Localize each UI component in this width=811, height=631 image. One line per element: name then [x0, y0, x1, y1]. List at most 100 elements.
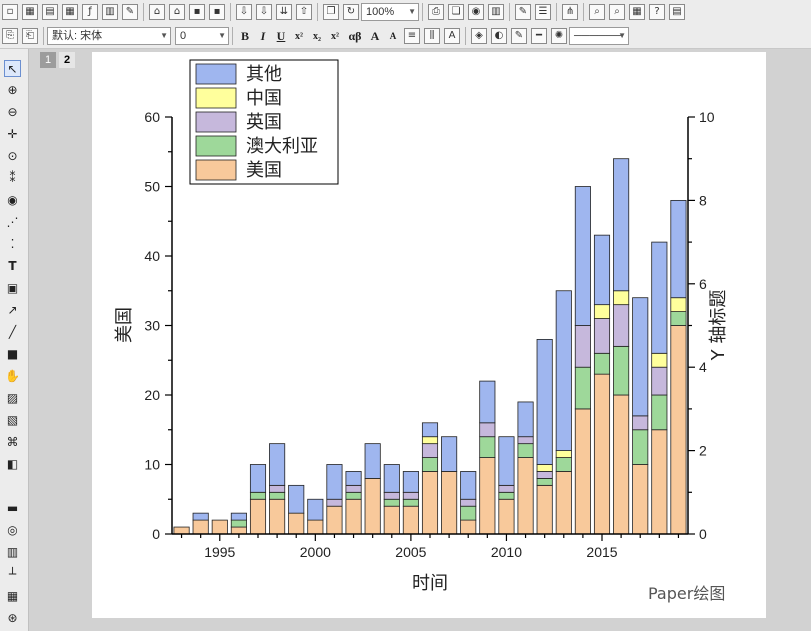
font-name-select[interactable]: 默认: 宋体 ▼ [47, 27, 171, 45]
new-matrix-icon[interactable]: ▦ [62, 4, 78, 20]
export-icon[interactable]: ⇧ [296, 4, 312, 20]
data-reader-icon[interactable]: ⊙ [4, 148, 21, 165]
new-notes-icon[interactable]: ✎ [122, 4, 138, 20]
color-scale-icon[interactable]: ▬ [4, 500, 21, 517]
project-explorer-icon[interactable]: ⋔ [562, 4, 578, 20]
code-builder-icon[interactable]: ◉ [468, 4, 484, 20]
decrease-font-button[interactable]: A [384, 31, 402, 41]
copy-page-icon[interactable]: ❏ [448, 4, 464, 20]
print-icon[interactable]: ⎙ [428, 4, 444, 20]
font-size-select[interactable]: 0 ▼ [175, 27, 229, 45]
data-selector-icon[interactable]: ⁑ [4, 170, 21, 187]
region-selector-icon[interactable]: ◉ [4, 192, 21, 209]
zoom-select[interactable]: 100% ▼ [361, 3, 419, 21]
supsub-button[interactable]: x² [326, 31, 344, 42]
notes-window-icon[interactable]: ✎ [515, 4, 531, 20]
arrow-tool-icon[interactable]: ↗ [4, 302, 21, 319]
layer-tab-2[interactable]: 2 [59, 52, 75, 68]
layer-tab-1[interactable]: 1 [40, 52, 56, 68]
superscript-button[interactable]: x² [290, 31, 308, 42]
layer-contents-icon[interactable]: ▥ [4, 544, 21, 561]
greek-button[interactable]: αβ [344, 29, 366, 44]
bar-segment [441, 471, 458, 535]
mask-icon[interactable]: ⁚ [4, 236, 21, 253]
bar-segment [555, 450, 572, 458]
bar-segment [517, 436, 534, 445]
zoom-in-page-icon[interactable]: ⌕ [589, 4, 605, 20]
rotate-icon[interactable]: ◎ [4, 522, 21, 539]
bar-segment [269, 491, 286, 500]
insert-layer-icon[interactable]: ▧ [4, 412, 21, 429]
results-log-icon[interactable]: ▥ [488, 4, 504, 20]
bar-segment [364, 477, 381, 535]
lock-icon[interactable]: ⊛ [4, 610, 21, 627]
stacked-bar-chart[interactable]: 0 10 20 30 40 50 60 0 2 4 6 8 10 1995 2000 2005 2010 2015… [92, 52, 766, 618]
italic-button[interactable]: I [254, 29, 272, 44]
bar-segment [651, 352, 668, 368]
bar-segment [345, 498, 362, 535]
bar-segment [536, 477, 553, 486]
worksheet-view-icon[interactable]: ▦ [629, 4, 645, 20]
new-function-icon[interactable]: ƒ [82, 4, 98, 20]
pattern-icon[interactable]: ◐ [491, 28, 507, 44]
line-tool-icon[interactable]: ╱ [4, 324, 21, 341]
bar-segment [613, 290, 630, 306]
axis-icon[interactable]: ┴ [4, 566, 21, 583]
object-tool-icon[interactable]: ⌘ [4, 434, 21, 451]
new-layout-icon[interactable]: ▥ [102, 4, 118, 20]
draw-data-icon[interactable]: ⋰ [4, 214, 21, 231]
underline-button[interactable]: U [272, 29, 290, 44]
paste-icon[interactable]: ⎘ [2, 28, 18, 44]
align-icon[interactable]: ≡ [404, 28, 420, 44]
graph-page[interactable]: 0 10 20 30 40 50 60 0 2 4 6 8 10 1995 2000 2005 2010 2015… [92, 52, 766, 618]
duplicate-icon[interactable]: ❐ [323, 4, 339, 20]
3d-object-icon[interactable]: ◧ [4, 456, 21, 473]
subscript-button[interactable]: x₂ [308, 31, 326, 42]
zoom-page-icon[interactable]: ⌕ [609, 4, 625, 20]
refresh-icon[interactable]: ↻ [343, 4, 359, 20]
new-project-icon[interactable]: ▫ [2, 4, 18, 20]
fill-color-icon[interactable]: ◈ [471, 28, 487, 44]
worksheet-tool-icon[interactable]: ▦ [4, 588, 21, 605]
line-style-icon[interactable]: ━ [531, 28, 547, 44]
import-single-icon[interactable]: ⇩ [256, 4, 272, 20]
bar-segment [632, 415, 649, 431]
bar-segment [383, 464, 400, 493]
new-graph-icon[interactable]: ▤ [42, 4, 58, 20]
line-color-icon[interactable]: ✎ [511, 28, 527, 44]
bar-segment [593, 352, 611, 375]
symbol-icon[interactable]: ✺ [551, 28, 567, 44]
command-window-icon[interactable]: ☰ [535, 4, 551, 20]
bold-button[interactable]: B [236, 29, 254, 44]
help-icon[interactable]: ? [649, 4, 665, 20]
legend[interactable]: 其他中国英国澳大利亚美国 [189, 59, 339, 185]
pointer-icon[interactable]: ↖ [4, 60, 21, 77]
bar-segment [517, 401, 534, 438]
bar-segment [498, 491, 515, 500]
insert-image-icon[interactable]: ▣ [4, 280, 21, 297]
increase-font-button[interactable]: A [366, 29, 384, 44]
toolbar-separator [422, 3, 423, 21]
save-template-icon[interactable]: ▪ [209, 4, 225, 20]
save-icon[interactable]: ▪ [189, 4, 205, 20]
screen-reader-icon[interactable]: ✛ [4, 126, 21, 143]
chevron-down-icon: ▼ [160, 31, 168, 40]
table-view-icon[interactable]: ▤ [669, 4, 685, 20]
insert-graph-icon[interactable]: ▨ [4, 390, 21, 407]
bar-segment [670, 311, 687, 326]
hand-tool-icon[interactable]: ✋ [4, 368, 21, 385]
line-width-select[interactable]: ────── ▼ [569, 27, 629, 45]
font-color-icon[interactable]: A [444, 28, 460, 44]
column-icon[interactable]: ⫼ [424, 28, 440, 44]
zoom-out-icon[interactable]: ⊖ [4, 104, 21, 121]
zoom-in-icon[interactable]: ⊕ [4, 82, 21, 99]
clipboard-icon[interactable]: ⎗ [22, 28, 38, 44]
rectangle-tool-icon[interactable]: ■ [4, 346, 21, 363]
new-worksheet-icon[interactable]: ▦ [22, 4, 38, 20]
bar-segment [383, 498, 400, 507]
import-icon[interactable]: ⇩ [236, 4, 252, 20]
text-tool-icon[interactable]: T [4, 258, 21, 275]
open-icon[interactable]: ⌂ [149, 4, 165, 20]
open-template-icon[interactable]: ⌂ [169, 4, 185, 20]
import-multiple-icon[interactable]: ⇊ [276, 4, 292, 20]
